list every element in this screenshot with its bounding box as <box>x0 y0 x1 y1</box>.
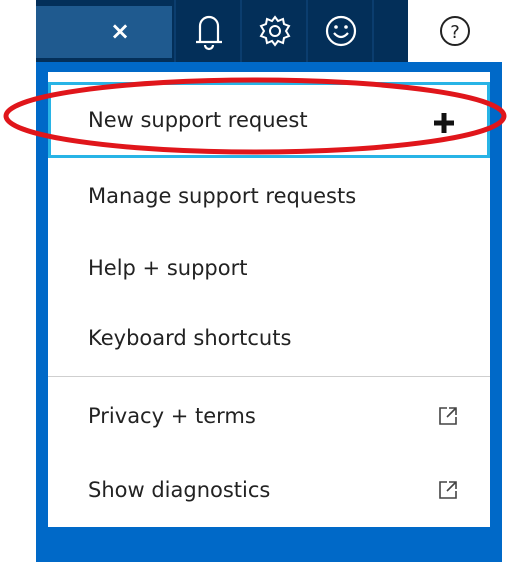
notifications-button[interactable] <box>176 0 242 62</box>
help-button[interactable]: ? <box>408 0 502 62</box>
feedback-button[interactable] <box>308 0 374 62</box>
menu-item-label: New support request <box>88 108 308 132</box>
menu-item-help-support[interactable]: Help + support <box>48 230 490 306</box>
external-link-icon <box>439 407 457 425</box>
bell-icon <box>196 15 222 51</box>
external-link-icon <box>439 481 457 499</box>
menu-item-label: Help + support <box>88 256 248 280</box>
menu-divider <box>48 376 490 377</box>
help-icon: ? <box>440 16 470 46</box>
smiley-icon <box>325 15 357 47</box>
search-box[interactable] <box>36 6 172 58</box>
settings-button[interactable] <box>242 0 308 62</box>
menu-item-label: Privacy + terms <box>88 404 256 428</box>
menu-item-label: Manage support requests <box>88 184 357 208</box>
menu-item-keyboard-shortcuts[interactable]: Keyboard shortcuts <box>48 300 490 376</box>
gear-icon <box>259 15 291 47</box>
help-menu: New support request Manage support reque… <box>48 72 490 527</box>
menu-item-privacy-terms[interactable]: Privacy + terms <box>48 378 490 454</box>
menu-item-manage-support-requests[interactable]: Manage support requests <box>48 158 490 234</box>
menu-item-label: Show diagnostics <box>88 478 271 502</box>
close-icon[interactable]: × <box>108 14 132 48</box>
plus-icon <box>434 113 454 133</box>
toolbar-separator <box>372 0 374 62</box>
menu-item-show-diagnostics[interactable]: Show diagnostics <box>48 452 490 528</box>
menu-item-new-support-request[interactable]: New support request <box>48 82 490 158</box>
help-symbol: ? <box>450 22 460 43</box>
menu-item-label: Keyboard shortcuts <box>88 326 292 350</box>
